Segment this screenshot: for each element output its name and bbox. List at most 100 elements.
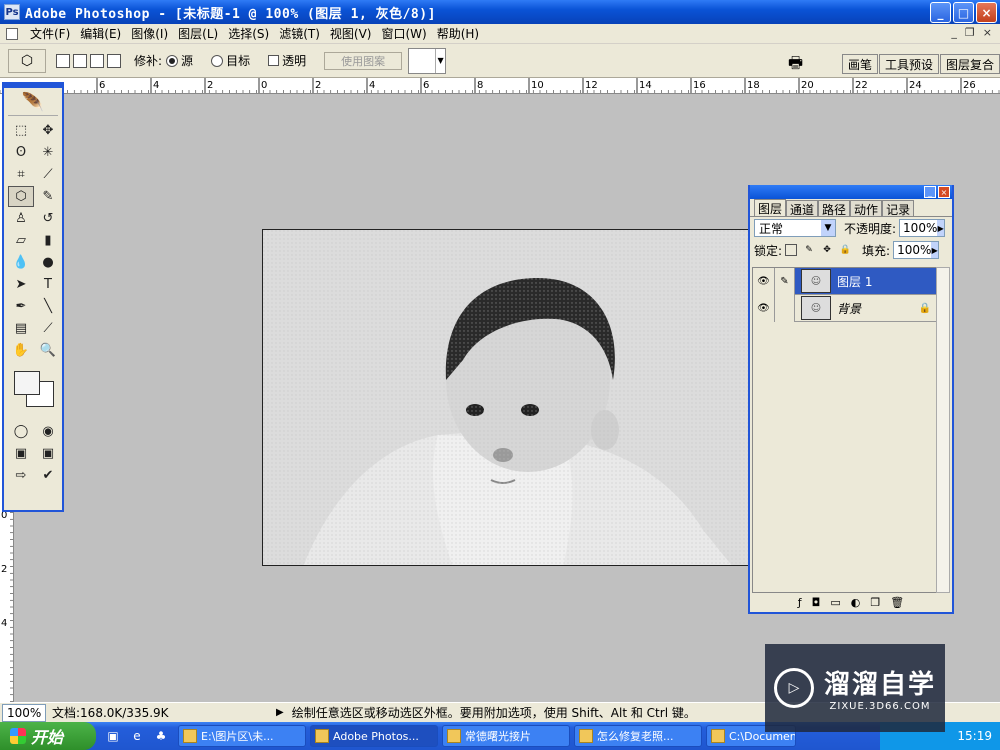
maximize-button[interactable]: □: [953, 2, 974, 23]
crop-tool-icon[interactable]: ⌗: [8, 164, 34, 185]
panel-close-button[interactable]: ×: [938, 186, 950, 198]
doc-close-button[interactable]: ×: [983, 26, 992, 39]
marquee-tool-icon[interactable]: ⬚: [8, 120, 34, 141]
clone-stamp-tool-icon[interactable]: ♙: [8, 208, 34, 229]
new-layer-icon[interactable]: ❐: [870, 596, 880, 609]
zoom-tool-icon[interactable]: 🔍: [35, 340, 61, 361]
menu-view[interactable]: 视图(V): [330, 25, 372, 42]
doc-minimize-button[interactable]: _: [951, 26, 957, 39]
move-tool-icon[interactable]: ✥: [35, 120, 61, 141]
eraser-tool-icon[interactable]: ▱: [8, 230, 34, 251]
task-button-photoshop[interactable]: Adobe Photos...: [310, 725, 438, 747]
blur-tool-icon[interactable]: 💧: [8, 252, 34, 273]
notes-tool-icon[interactable]: ▤: [8, 318, 34, 339]
start-button[interactable]: 开始: [0, 722, 96, 750]
source-radio[interactable]: 源: [166, 52, 193, 69]
standard-mode-icon[interactable]: ◯: [8, 421, 34, 442]
lock-paint-icon[interactable]: ✎: [803, 244, 815, 256]
lock-transparency-icon[interactable]: [785, 244, 798, 256]
tab-layers[interactable]: 图层: [754, 199, 787, 216]
task-button-explorer[interactable]: E:\图片区\未...: [178, 725, 306, 747]
menu-filter[interactable]: 滤镜(T): [279, 25, 320, 42]
eye-icon[interactable]: 👁: [753, 267, 775, 295]
adjustment-layer-icon[interactable]: ◐: [851, 596, 861, 609]
chevron-right-icon[interactable]: ▶: [931, 242, 939, 258]
menu-edit[interactable]: 编辑(E): [80, 25, 121, 42]
imageready-icon[interactable]: ✔: [35, 465, 61, 486]
menu-layer[interactable]: 图层(L): [178, 25, 218, 42]
magic-wand-tool-icon[interactable]: ✳: [35, 142, 61, 163]
menu-window[interactable]: 窗口(W): [381, 25, 426, 42]
zoom-field[interactable]: 100%: [2, 703, 46, 722]
clock[interactable]: 15:19: [957, 729, 992, 743]
close-button[interactable]: ×: [976, 2, 997, 23]
slice-tool-icon[interactable]: ⟋: [35, 164, 61, 185]
pattern-picker[interactable]: ▼: [408, 47, 447, 74]
layer-row-background[interactable]: 👁 ☺ 背景 🔒: [753, 294, 937, 322]
lock-all-icon[interactable]: 🔒: [839, 244, 851, 256]
document-icon[interactable]: [6, 27, 18, 40]
brush-tool-icon[interactable]: ✎: [35, 186, 61, 207]
doc-restore-button[interactable]: ❐: [965, 26, 975, 39]
pen-tool-icon[interactable]: ✒: [8, 296, 34, 317]
transparent-checkbox[interactable]: 透明: [268, 52, 306, 69]
selection-add-icon[interactable]: [73, 53, 87, 68]
line-tool-icon[interactable]: ╲: [35, 296, 61, 317]
layer-row-layer1[interactable]: 👁 ✎ ☺ 图层 1: [753, 267, 937, 295]
eye-icon[interactable]: 👁: [753, 294, 775, 322]
panel-minimize-button[interactable]: _: [924, 186, 936, 198]
menu-file[interactable]: 文件(F): [30, 25, 70, 42]
fill-field[interactable]: 100% ▶: [893, 241, 940, 259]
lasso-tool-icon[interactable]: ʘ: [8, 142, 34, 163]
history-brush-tool-icon[interactable]: ↺: [35, 208, 61, 229]
eyedropper-tool-icon[interactable]: ⟋: [35, 318, 61, 339]
minimize-button[interactable]: _: [930, 2, 951, 23]
quick-mask-mode-icon[interactable]: ◉: [35, 421, 61, 442]
use-pattern-button[interactable]: 使用图案: [324, 51, 403, 70]
patch-tool-preset-icon[interactable]: ⬡: [8, 48, 46, 73]
task-button-chat[interactable]: 常德曙光接片: [442, 725, 570, 747]
palette-tab-tool-presets[interactable]: 工具预设: [878, 54, 939, 74]
qq-icon[interactable]: ♣: [152, 727, 170, 745]
palette-tab-layer-comps[interactable]: 图层复合: [939, 54, 1000, 74]
document-info[interactable]: 文档:168.0K/335.9K: [52, 704, 262, 721]
chevron-right-icon[interactable]: ▶: [937, 220, 945, 236]
hand-tool-icon[interactable]: ✋: [8, 340, 34, 361]
chevron-down-icon[interactable]: ▼: [435, 48, 445, 73]
selection-intersect-icon[interactable]: [107, 53, 121, 68]
menu-select[interactable]: 选择(S): [228, 25, 269, 42]
tab-paths[interactable]: 路径: [818, 200, 851, 217]
status-menu-icon[interactable]: ▶: [276, 707, 284, 718]
task-button-browser[interactable]: 怎么修复老照...: [574, 725, 702, 747]
layer-style-icon[interactable]: ƒ: [798, 596, 802, 609]
trash-icon[interactable]: 🗑: [890, 596, 904, 609]
printer-icon[interactable]: 🖶: [788, 52, 810, 72]
full-screen-mode-icon[interactable]: ▣: [35, 443, 61, 464]
layers-scrollbar[interactable]: [936, 267, 950, 593]
lock-move-icon[interactable]: ✥: [821, 244, 833, 256]
show-desktop-icon[interactable]: ▣: [104, 727, 122, 745]
tab-actions[interactable]: 动作: [850, 200, 883, 217]
jump-to-imageready-icon[interactable]: ⇨: [8, 465, 34, 486]
menu-image[interactable]: 图像(I): [131, 25, 168, 42]
target-radio[interactable]: 目标: [211, 52, 250, 69]
foreground-color[interactable]: [14, 371, 40, 395]
document-canvas[interactable]: [262, 229, 752, 566]
layer-set-icon[interactable]: ▭: [830, 596, 840, 609]
tab-channels[interactable]: 通道: [786, 200, 819, 217]
screen-mode-icon[interactable]: ▣: [8, 443, 34, 464]
selection-subtract-icon[interactable]: [90, 53, 104, 68]
type-tool-icon[interactable]: T: [35, 274, 61, 295]
selection-new-icon[interactable]: [56, 53, 70, 68]
path-selection-tool-icon[interactable]: ➤: [8, 274, 34, 295]
feather-logo-icon[interactable]: 🪶: [8, 90, 58, 116]
dodge-tool-icon[interactable]: ●: [35, 252, 61, 273]
gradient-tool-icon[interactable]: ▮: [35, 230, 61, 251]
internet-explorer-icon[interactable]: e: [128, 727, 146, 745]
blend-mode-select[interactable]: 正常 ▼: [754, 219, 836, 237]
patch-tool-icon[interactable]: ⬡: [8, 186, 34, 207]
menu-help[interactable]: 帮助(H): [437, 25, 479, 42]
opacity-field[interactable]: 100% ▶: [899, 219, 946, 237]
layer-mask-icon[interactable]: ◘: [812, 596, 821, 609]
tab-history[interactable]: 记录: [882, 200, 915, 217]
